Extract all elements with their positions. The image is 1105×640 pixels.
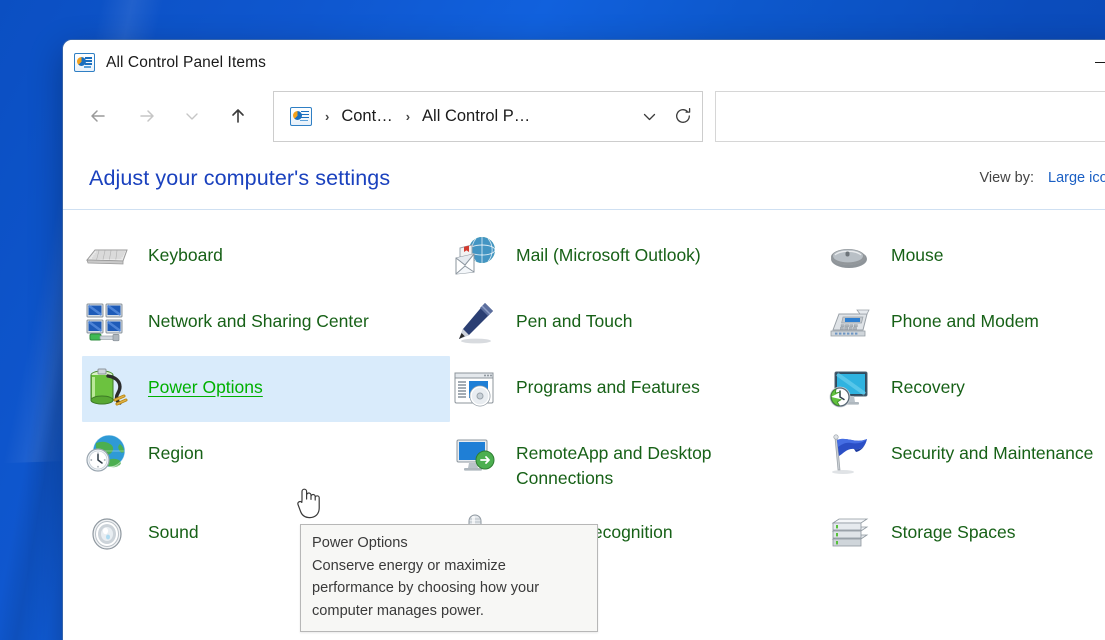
- item-label: Network and Sharing Center: [148, 300, 369, 334]
- region-icon: [84, 432, 130, 478]
- breadcrumb-item-0[interactable]: Cont…: [341, 107, 392, 126]
- storage-spaces-icon: [827, 511, 873, 557]
- title-bar: All Control Panel Items: [63, 40, 1105, 85]
- search-input[interactable]: [715, 91, 1105, 142]
- back-button[interactable]: [81, 99, 115, 133]
- phone-modem-icon: [827, 300, 873, 346]
- item-mail[interactable]: Mail (Microsoft Outlook): [450, 224, 825, 290]
- tooltip-line-2: performance by choosing how your: [312, 577, 588, 600]
- security-flag-icon: [827, 432, 873, 478]
- item-label: Mouse: [891, 234, 944, 268]
- item-keyboard[interactable]: Keyboard: [82, 224, 450, 290]
- item-label: Sound: [148, 511, 199, 545]
- view-by-value[interactable]: Large icons: [1048, 170, 1105, 186]
- back-arrow-icon: [87, 105, 109, 127]
- breadcrumb-separator-1: ›: [325, 109, 329, 124]
- item-mouse[interactable]: Mouse: [825, 224, 1105, 290]
- item-label: Power Options: [148, 366, 263, 400]
- item-security-and-maintenance[interactable]: Security and Maintenance: [825, 422, 1105, 501]
- breadcrumb-separator-2: ›: [406, 109, 410, 124]
- item-label: Security and Maintenance: [891, 432, 1093, 466]
- recent-locations-button[interactable]: [175, 99, 209, 133]
- page-title: Adjust your computer's settings: [89, 166, 390, 191]
- minimize-icon: [1095, 62, 1105, 64]
- item-programs-and-features[interactable]: Programs and Features: [450, 356, 825, 422]
- chevron-down-icon: [641, 108, 658, 125]
- item-label: Mail (Microsoft Outlook): [516, 234, 701, 268]
- sound-icon: [84, 511, 130, 557]
- item-recovery[interactable]: Recovery: [825, 356, 1105, 422]
- item-pen-and-touch[interactable]: Pen and Touch: [450, 290, 825, 356]
- breadcrumb-item-1[interactable]: All Control P…: [422, 107, 530, 126]
- address-dropdown-button[interactable]: [632, 96, 666, 136]
- tooltip-line-3: computer manages power.: [312, 600, 588, 623]
- item-region[interactable]: Region: [82, 422, 450, 501]
- item-power-options[interactable]: Power Options: [82, 356, 450, 422]
- control-panel-icon: [74, 53, 95, 72]
- item-label: Keyboard: [148, 234, 223, 268]
- item-storage-spaces[interactable]: Storage Spaces: [825, 501, 1105, 567]
- up-arrow-icon: [227, 105, 249, 127]
- page-header: Adjust your computer's settings View by:…: [63, 147, 1105, 209]
- pen-icon: [452, 300, 498, 346]
- remoteapp-icon: [452, 432, 498, 478]
- item-label: Programs and Features: [516, 366, 700, 400]
- breadcrumb-root-icon[interactable]: [290, 107, 312, 126]
- view-by-control: View by: Large icons: [979, 170, 1105, 186]
- item-label: Storage Spaces: [891, 511, 1016, 545]
- item-label: Phone and Modem: [891, 300, 1039, 334]
- item-phone-and-modem[interactable]: Phone and Modem: [825, 290, 1105, 356]
- network-icon: [84, 300, 130, 346]
- up-button[interactable]: [221, 99, 255, 133]
- item-remoteapp-and-desktop-connections[interactable]: RemoteApp and Desktop Connections: [450, 422, 825, 501]
- item-label: Region: [148, 432, 203, 466]
- item-label: RemoteApp and Desktop Connections: [516, 432, 776, 491]
- items-area: Keyboard: [63, 210, 1105, 567]
- control-panel-window: All Control Panel Items: [63, 40, 1105, 640]
- programs-icon: [452, 366, 498, 412]
- item-label: Pen and Touch: [516, 300, 632, 334]
- keyboard-icon: [84, 234, 130, 280]
- navigation-bar: › Cont… › All Control P…: [63, 85, 1105, 147]
- address-bar[interactable]: › Cont… › All Control P…: [273, 91, 703, 142]
- mail-icon: [452, 234, 498, 280]
- view-by-label: View by:: [979, 170, 1034, 186]
- tooltip: Power Options Conserve energy or maximiz…: [300, 524, 598, 632]
- tooltip-line-1: Conserve energy or maximize: [312, 555, 588, 578]
- mouse-icon: [827, 234, 873, 280]
- window-controls: [1077, 40, 1105, 85]
- window-title: All Control Panel Items: [106, 54, 266, 72]
- control-panel-items-grid: Keyboard: [82, 224, 1105, 567]
- item-network-and-sharing-center[interactable]: Network and Sharing Center: [82, 290, 450, 356]
- recovery-icon: [827, 366, 873, 412]
- forward-button[interactable]: [130, 99, 164, 133]
- tooltip-title: Power Options: [312, 532, 588, 555]
- power-options-icon: [84, 366, 130, 412]
- minimize-button[interactable]: [1077, 40, 1105, 85]
- refresh-icon: [673, 106, 693, 126]
- chevron-down-icon: [184, 108, 200, 124]
- refresh-button[interactable]: [666, 96, 700, 136]
- hand-pointer-cursor: [294, 484, 322, 520]
- forward-arrow-icon: [136, 105, 158, 127]
- item-label: Recovery: [891, 366, 965, 400]
